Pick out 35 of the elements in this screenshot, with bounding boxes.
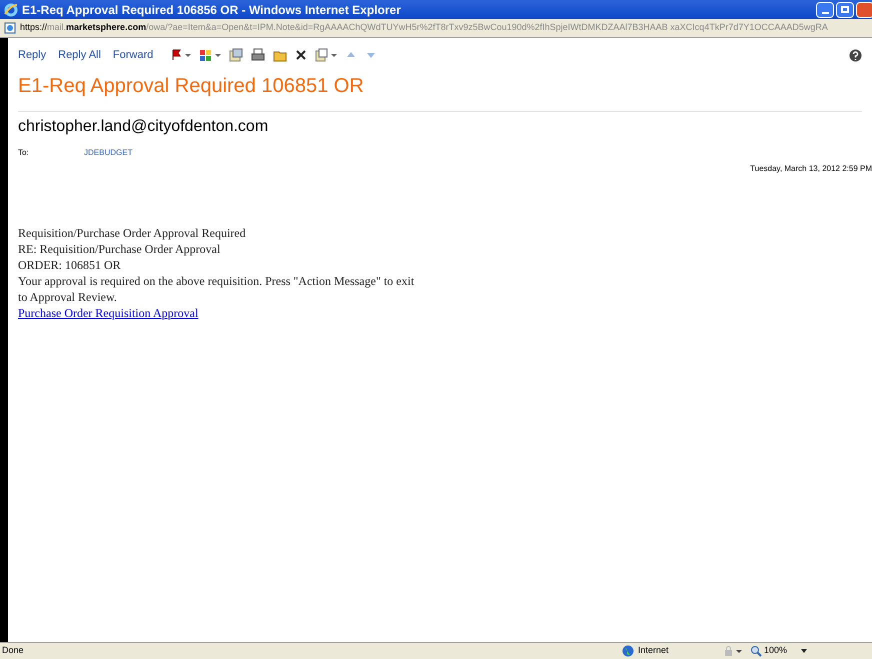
sent-date: Tuesday, March 13, 2012 2:59 PM — [750, 163, 872, 175]
minimize-button[interactable] — [816, 2, 834, 18]
flag-icon[interactable] — [171, 49, 192, 61]
approval-link[interactable]: Purchase Order Requisition Approval — [18, 306, 198, 320]
restore-button[interactable] — [836, 2, 854, 18]
page-icon — [4, 22, 16, 34]
body-line: ORDER: 106851 OR — [18, 257, 122, 273]
message-subject: E1-Req Approval Required 106851 OR — [18, 74, 365, 98]
sender-address: christopher.land@cityofdenton.com — [18, 117, 270, 137]
help-icon[interactable] — [849, 48, 862, 62]
categories-icon[interactable] — [199, 49, 222, 61]
copy-icon[interactable] — [315, 48, 338, 62]
caret-icon[interactable] — [801, 649, 808, 653]
url-text: https://mail.marketsphere.com/owa/?ae=Item&a=Open&t=IPM.Note&id=RgAAAAChQWdTUYwH5r%2fT8rTxv9z5BwCou190d%2fIhSpjeIWtDMKDZAAl7B3HAAB xaXCIcq4TkPr7d7Y1OCCAAAD5wgRA — [20, 21, 828, 34]
print-icon[interactable] — [251, 48, 266, 62]
to-label: To: — [18, 147, 30, 159]
body-line: Requisition/Purchase Order Approval Required — [18, 225, 247, 241]
address-bar[interactable]: https://mail.marketsphere.com/owa/?ae=Item&a=Open&t=IPM.Note&id=RgAAAAChQWdTUYwH5r%2fT8rTxv9z5BwCou190d%2fIhSpjeIWtDMKDZAAl7B3HAAB xaXCIcq4TkPr7d7Y1OCCAAAD5wgRA — [0, 19, 872, 38]
body-line: Your approval is required on the above requisition. Press "Action Message" to exit to Approval Review. — [18, 273, 416, 305]
close-button[interactable] — [856, 2, 872, 18]
browser-logo-icon — [4, 2, 18, 16]
recipient-link[interactable]: JDEBUDGET — [84, 147, 132, 159]
body-line: RE: Requisition/Purchase Order Approval — [18, 241, 222, 257]
status-text: Done — [1, 644, 25, 658]
window-title: E1-Req Approval Required 106856 OR - Windows Internet Explorer — [22, 2, 401, 18]
toolbar-action[interactable]: Reply All — [58, 46, 101, 64]
toolbar-action[interactable]: Forward — [112, 46, 154, 64]
delete-icon[interactable] — [295, 49, 308, 61]
lock-icon[interactable] — [724, 646, 742, 656]
globe-icon — [622, 645, 634, 657]
zone-text: Internet — [638, 644, 670, 658]
zoom-icon[interactable] — [750, 645, 762, 657]
toolbar-action[interactable]: Reply — [18, 46, 46, 64]
move-icon[interactable] — [229, 48, 244, 62]
zoom-level[interactable]: 100% — [764, 644, 788, 658]
